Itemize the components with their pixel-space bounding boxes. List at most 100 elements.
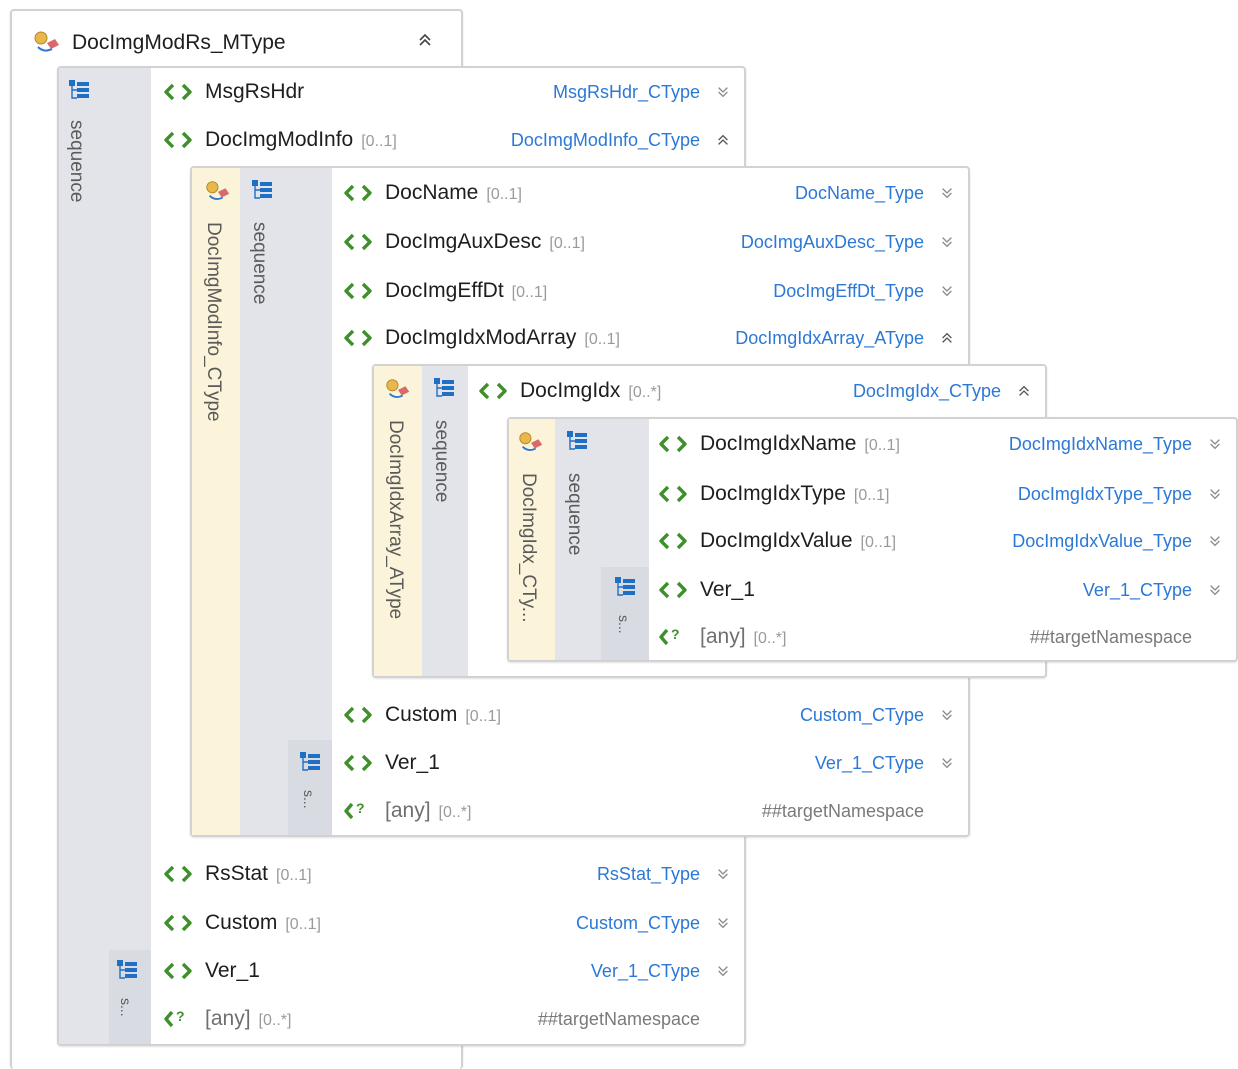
expand-chevron-icon[interactable] [1208, 534, 1222, 548]
sub-sequence-icon [298, 750, 322, 779]
any-element-icon: ? [343, 799, 373, 823]
any-element-row[interactable]: ? [any] [0..*] ##targetNamespace [163, 1004, 744, 1034]
cardinality-label: [0..1] [853, 487, 890, 504]
element-row[interactable]: DocImgIdxValue [0..1] DocImgIdxValue_Type [658, 526, 1236, 556]
type-link[interactable]: DocImgIdxName_Type [1009, 429, 1192, 459]
element-name: Custom [0..1] [205, 908, 321, 940]
element-row[interactable]: Custom [0..1] Custom_CType [343, 700, 968, 730]
type-link[interactable]: MsgRsHdr_CType [553, 77, 700, 107]
expand-chevron-icon[interactable] [940, 235, 954, 249]
element-icon [163, 80, 193, 104]
element-row[interactable]: DocImgIdxName [0..1] DocImgIdxName_Type [658, 429, 1236, 459]
cardinality-label: [0..1] [864, 437, 900, 454]
element-name-text: Ver_1 [385, 751, 440, 774]
expand-chevron-icon[interactable] [716, 85, 730, 99]
element-row[interactable]: Ver_1 Ver_1_CType [658, 575, 1236, 605]
type-link[interactable]: RsStat_Type [597, 859, 700, 889]
any-element-row[interactable]: ? [any] [0..*] ##targetNamespace [658, 622, 1236, 652]
element-icon [343, 181, 373, 205]
type-link[interactable]: DocImgAuxDesc_Type [741, 227, 924, 257]
sequence-label: sequence [66, 120, 87, 203]
type-link[interactable]: Ver_1_CType [591, 956, 700, 986]
element-row[interactable]: Custom [0..1] Custom_CType [163, 908, 744, 938]
expand-chevron-icon[interactable] [716, 867, 730, 881]
cardinality-label: [0..1] [285, 916, 321, 933]
element-name-text: [any] [700, 625, 746, 648]
cardinality-label: [0..1] [549, 235, 585, 252]
expand-chevron-icon[interactable] [940, 284, 954, 298]
element-row[interactable]: DocImgIdxModArray [0..1] DocImgIdxArray_AT… [343, 323, 968, 353]
element-icon [343, 279, 373, 303]
type-link[interactable]: DocImgIdxValue_Type [1012, 526, 1192, 556]
svg-text:?: ? [671, 626, 680, 642]
element-name: [any] [0..*] [205, 1004, 291, 1036]
sequence-label: sequence [431, 420, 452, 503]
complex-type-icon [517, 429, 545, 460]
type-link[interactable]: Ver_1_CType [815, 748, 924, 778]
element-icon [163, 128, 193, 152]
element-name-text: DocName [385, 181, 479, 204]
element-row[interactable]: DocImgIdxType [0..1] DocImgIdxType_Type [658, 479, 1236, 509]
element-name-text: DocImgEffDt [385, 279, 504, 302]
collapse-chevron-icon[interactable] [417, 32, 433, 53]
sequence-label: sequence [564, 473, 585, 556]
element-icon [478, 379, 508, 403]
complex-type-label: DocImgIdxArray_AType [385, 420, 406, 620]
sequence-icon [432, 376, 456, 405]
element-name: DocName [0..1] [385, 178, 522, 210]
element-name-text: DocImgIdx [520, 379, 621, 402]
sequence-icon [250, 178, 274, 207]
collapse-chevron-icon[interactable] [1017, 384, 1031, 398]
cardinality-label: [0..1] [511, 284, 548, 301]
complex-type-icon [384, 376, 412, 407]
cardinality-label: [0..1] [465, 708, 501, 725]
element-row[interactable]: MsgRsHdr MsgRsHdr_CType [163, 77, 744, 107]
element-name: Ver_1 [700, 575, 755, 605]
element-row[interactable]: Ver_1 Ver_1_CType [163, 956, 744, 986]
type-link[interactable]: Custom_CType [800, 700, 924, 730]
complex-type-label: DocImgModInfo_CType [203, 222, 224, 422]
element-row[interactable]: DocImgEffDt [0..1] DocImgEffDt_Type [343, 276, 968, 306]
cardinality-label: [0..1] [361, 133, 397, 150]
expand-chevron-icon[interactable] [940, 708, 954, 722]
element-name: Ver_1 [385, 748, 440, 778]
type-link[interactable]: DocImgIdxType_Type [1018, 479, 1192, 509]
root-type-name: DocImgModRs_MType [72, 31, 286, 54]
element-row[interactable]: DocImgIdx [0..*] DocImgIdx_CType [478, 376, 1045, 406]
collapse-chevron-icon[interactable] [940, 331, 954, 345]
element-row[interactable]: DocImgModInfo [0..1] DocImgModInfo_CType [163, 125, 744, 155]
sub-sequence-icon [613, 575, 637, 604]
type-link[interactable]: DocName_Type [795, 178, 924, 208]
type-link[interactable]: DocImgIdxArray_AType [735, 323, 924, 353]
expand-chevron-icon[interactable] [716, 964, 730, 978]
element-name-text: Custom [205, 911, 278, 934]
element-name: Custom [0..1] [385, 700, 501, 732]
element-row[interactable]: DocName [0..1] DocName_Type [343, 178, 968, 208]
type-link[interactable]: DocImgEffDt_Type [773, 276, 924, 306]
any-element-row[interactable]: ? [any] [0..*] ##targetNamespace [343, 796, 968, 826]
element-name-text: DocImgAuxDesc [385, 230, 542, 253]
collapse-chevron-icon[interactable] [716, 133, 730, 147]
expand-chevron-icon[interactable] [1208, 583, 1222, 597]
expand-chevron-icon[interactable] [940, 756, 954, 770]
element-row[interactable]: RsStat [0..1] RsStat_Type [163, 859, 744, 889]
cardinality-label: [0..*] [628, 384, 662, 401]
expand-chevron-icon[interactable] [940, 186, 954, 200]
type-link[interactable]: Custom_CType [576, 908, 700, 938]
element-row[interactable]: DocImgAuxDesc [0..1] DocImgAuxDesc_Type [343, 227, 968, 257]
type-link[interactable]: DocImgIdx_CType [853, 376, 1001, 406]
expand-chevron-icon[interactable] [1208, 437, 1222, 451]
element-name-text: Ver_1 [700, 578, 755, 601]
element-name: MsgRsHdr [205, 77, 304, 107]
expand-chevron-icon[interactable] [1208, 487, 1222, 501]
element-name-text: DocImgIdxName [700, 432, 857, 455]
element-icon [658, 482, 688, 506]
element-row[interactable]: Ver_1 Ver_1_CType [343, 748, 968, 778]
svg-text:?: ? [176, 1008, 185, 1024]
sub-sequence-label: s... [616, 615, 632, 634]
type-link[interactable]: DocImgModInfo_CType [511, 125, 700, 155]
expand-chevron-icon[interactable] [716, 916, 730, 930]
element-icon [343, 703, 373, 727]
type-link[interactable]: Ver_1_CType [1083, 575, 1192, 605]
cardinality-label: [0..*] [258, 1012, 292, 1029]
